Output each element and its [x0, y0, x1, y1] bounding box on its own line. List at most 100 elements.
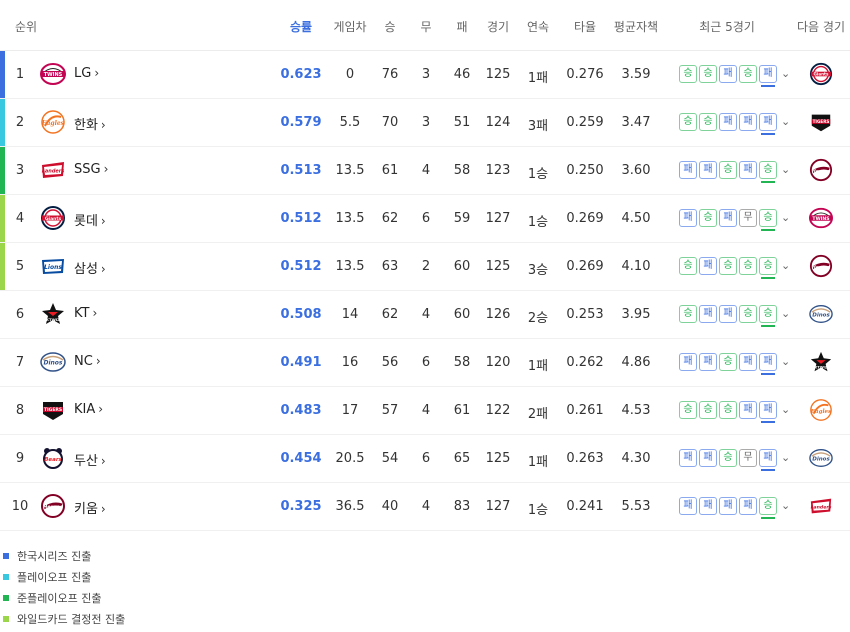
chevron-down-icon[interactable]: ⌄ [781, 259, 790, 272]
team-name: KT [74, 306, 90, 321]
team-link[interactable]: 삼성 › [74, 258, 106, 277]
next-game-twins-logo[interactable]: TWINS [808, 206, 834, 230]
games: 120 [485, 355, 511, 370]
legend-swatch [3, 552, 9, 559]
chevron-right-icon: › [100, 118, 106, 132]
header-games[interactable]: 경기 [487, 18, 509, 35]
table-row[interactable]: 2 Eagles 한화 › 0.579 5.5 70 3 51 124 3패 0.… [0, 99, 850, 147]
chevron-right-icon: › [103, 162, 109, 176]
team-link[interactable]: 두산 › [74, 450, 106, 469]
next-game-giants-logo[interactable]: Giants [808, 62, 834, 86]
team-link[interactable]: 한화 › [74, 114, 106, 133]
games: 123 [485, 163, 511, 178]
team-link[interactable]: LG › [74, 66, 99, 81]
table-row[interactable]: 3 Landers SSG › 0.513 13.5 61 4 58 123 1승… [0, 147, 850, 195]
table-row[interactable]: 5 Lions 삼성 › 0.512 13.5 63 2 60 125 3승 0.… [0, 243, 850, 291]
header-gb[interactable]: 게임차 [333, 18, 366, 35]
table-row[interactable]: 9 Bears 두산 › 0.454 20.5 54 6 65 125 1패 0.… [0, 435, 850, 483]
next-game-eagles-logo[interactable]: Eagles [808, 398, 834, 422]
next-game-dinos-logo[interactable]: Dinos [808, 302, 834, 326]
team-link[interactable]: 롯데 › [74, 210, 106, 229]
recent-result: 승 [759, 209, 777, 231]
chevron-down-icon[interactable]: ⌄ [781, 211, 790, 224]
next-game-dinos-logo[interactable]: Dinos [808, 446, 834, 470]
table-row[interactable]: 4 Giants 롯데 › 0.512 13.5 62 6 59 127 1승 0… [0, 195, 850, 243]
team-link[interactable]: KIA › [74, 402, 103, 417]
tigers-logo[interactable]: TIGERS [39, 397, 67, 423]
legend-item: 와일드카드 결정전 진출 [0, 608, 125, 629]
era: 5.53 [621, 499, 651, 514]
recent-result: 패 [699, 305, 717, 323]
table-row[interactable]: 6 KTWIZ KT › 0.508 14 62 4 60 126 2승 0.25… [0, 291, 850, 339]
batting-avg: 0.261 [566, 403, 604, 418]
chevron-down-icon[interactable]: ⌄ [781, 355, 790, 368]
recent-result: 패 [739, 353, 757, 371]
table-row[interactable]: 7 Dinos NC › 0.491 16 56 6 58 120 1패 0.26… [0, 339, 850, 387]
svg-text:Dinos: Dinos [812, 312, 830, 318]
header-wins[interactable]: 승 [384, 18, 395, 35]
era: 4.53 [621, 403, 651, 418]
team-link[interactable]: KT › [74, 306, 97, 321]
recent-result: 승 [719, 161, 737, 179]
header-era[interactable]: 평균자책 [614, 18, 658, 35]
chevron-right-icon: › [92, 306, 98, 320]
chevron-down-icon[interactable]: ⌄ [781, 163, 790, 176]
recent-result: 승 [699, 401, 717, 419]
win-pct: 0.579 [280, 115, 322, 130]
chevron-down-icon[interactable]: ⌄ [781, 115, 790, 128]
wins: 62 [381, 307, 399, 322]
wins: 76 [381, 67, 399, 82]
recent-result: 패 [699, 257, 717, 275]
team-name: 두산 [74, 454, 98, 469]
twins-logo[interactable]: TWINS [39, 61, 67, 87]
streak: 1승 [527, 215, 549, 230]
landers-logo[interactable]: Landers [39, 157, 67, 183]
chevron-down-icon[interactable]: ⌄ [781, 307, 790, 320]
recent-5-games: 승승패패패 [679, 113, 777, 135]
bears-logo[interactable]: Bears [39, 445, 67, 471]
recent-result: 패 [739, 161, 757, 179]
next-game-heroes-logo[interactable]: Heroes [808, 158, 834, 182]
era: 4.30 [621, 451, 651, 466]
legend: 한국시리즈 진출 플레이오프 진출 준플레이오프 진출 와일드카드 결정전 진출 [0, 545, 125, 629]
heroes-logo[interactable]: Heroes [39, 493, 67, 519]
chevron-down-icon[interactable]: ⌄ [781, 499, 790, 512]
recent-result: 패 [739, 401, 757, 419]
table-row[interactable]: 1 TWINS LG › 0.623 0 76 3 46 125 1패 0.276… [0, 51, 850, 99]
eagles-logo[interactable]: Eagles [39, 109, 67, 135]
chevron-down-icon[interactable]: ⌄ [781, 451, 790, 464]
draws: 6 [421, 211, 431, 226]
team-link[interactable]: NC › [74, 354, 101, 369]
next-game-ktwiz-logo[interactable]: KTWIZ [808, 350, 834, 374]
next-game-tigers-logo[interactable]: TIGERS [808, 110, 834, 134]
lions-logo[interactable]: Lions [39, 253, 67, 279]
recent-5-games: 패패승패패 [679, 353, 777, 375]
header-losses[interactable]: 패 [456, 18, 467, 35]
svg-text:Lions: Lions [44, 264, 62, 271]
header-avg[interactable]: 타율 [574, 18, 596, 35]
table-row[interactable]: 8 TIGERS KIA › 0.483 17 57 4 61 122 2패 0.… [0, 387, 850, 435]
recent-result: 패 [699, 161, 717, 179]
chevron-down-icon[interactable]: ⌄ [781, 67, 790, 80]
era: 3.47 [621, 115, 651, 130]
next-game-heroes-logo[interactable]: Heroes [808, 254, 834, 278]
team-link[interactable]: 키움 › [74, 498, 106, 517]
ktwiz-logo[interactable]: KTWIZ [39, 301, 67, 327]
era: 3.59 [621, 67, 651, 82]
chevron-down-icon[interactable]: ⌄ [781, 403, 790, 416]
games: 125 [485, 67, 511, 82]
header-draws[interactable]: 무 [420, 18, 431, 35]
table-header: 순위 승률 게임차 승 무 패 경기 연속 타율 평균자책 최근 5경기 다음 … [0, 0, 850, 51]
giants-logo[interactable]: Giants [39, 205, 67, 231]
recent-result: 패 [719, 65, 737, 83]
games-behind: 0 [345, 67, 355, 82]
losses: 65 [453, 451, 471, 466]
games-behind: 17 [341, 403, 359, 418]
dinos-logo[interactable]: Dinos [39, 349, 67, 375]
team-name: LG [74, 66, 92, 81]
header-pct-sort[interactable]: 승률 [290, 18, 312, 35]
era: 4.10 [621, 259, 651, 274]
table-row[interactable]: 10 Heroes 키움 › 0.325 36.5 40 4 83 127 1승 … [0, 483, 850, 531]
next-game-landers-logo[interactable]: Landers [808, 494, 834, 518]
team-link[interactable]: SSG › [74, 162, 108, 177]
